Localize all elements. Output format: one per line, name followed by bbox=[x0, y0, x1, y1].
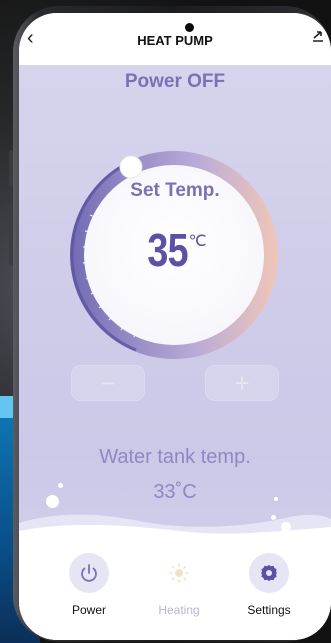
page-title: HEAT PUMP bbox=[137, 33, 213, 48]
phone-side-button bbox=[9, 150, 13, 186]
water-tank-label: Water tank temp. bbox=[99, 446, 251, 468]
nav-item-settings[interactable]: Settings bbox=[229, 553, 309, 617]
nav-item-power[interactable]: Power bbox=[49, 553, 129, 617]
nav-item-heating: Heating bbox=[139, 553, 219, 617]
set-temp-number: 35 bbox=[147, 224, 189, 276]
decrease-temp-button[interactable]: − bbox=[71, 365, 145, 401]
power-icon bbox=[81, 564, 97, 582]
power-status-text: Power OFF bbox=[124, 71, 226, 92]
nav-label-settings: Settings bbox=[247, 603, 291, 617]
app-screen: ‹ HEAT PUMP Power OFF Set Temp. 35℃ − + … bbox=[19, 13, 331, 640]
logout-icon[interactable] bbox=[311, 29, 325, 43]
settings-button[interactable] bbox=[249, 553, 289, 593]
decorative-bubble bbox=[58, 483, 63, 488]
dial-handle[interactable] bbox=[119, 155, 143, 179]
decorative-bubble bbox=[271, 515, 276, 520]
nav-label-power: Power bbox=[71, 603, 106, 617]
phone-side-button bbox=[9, 205, 13, 265]
camera-notch bbox=[185, 23, 194, 32]
heating-button bbox=[159, 553, 199, 593]
set-temp-value: 35℃ bbox=[19, 223, 331, 277]
decorative-bubble bbox=[274, 497, 278, 501]
set-temp-unit: ℃ bbox=[188, 233, 207, 250]
sun-icon bbox=[169, 563, 189, 583]
top-bar: ‹ HEAT PUMP bbox=[19, 13, 331, 65]
increase-temp-button[interactable]: + bbox=[205, 365, 279, 401]
set-temp-label: Set Temp. bbox=[130, 180, 220, 201]
gear-icon bbox=[261, 565, 277, 581]
decorative-bubble bbox=[46, 495, 59, 508]
power-button[interactable] bbox=[69, 553, 109, 593]
decorative-bubble bbox=[281, 522, 291, 532]
nav-label-heating: Heating bbox=[158, 603, 200, 617]
bottom-nav: Power Heating Settings bbox=[19, 553, 331, 640]
